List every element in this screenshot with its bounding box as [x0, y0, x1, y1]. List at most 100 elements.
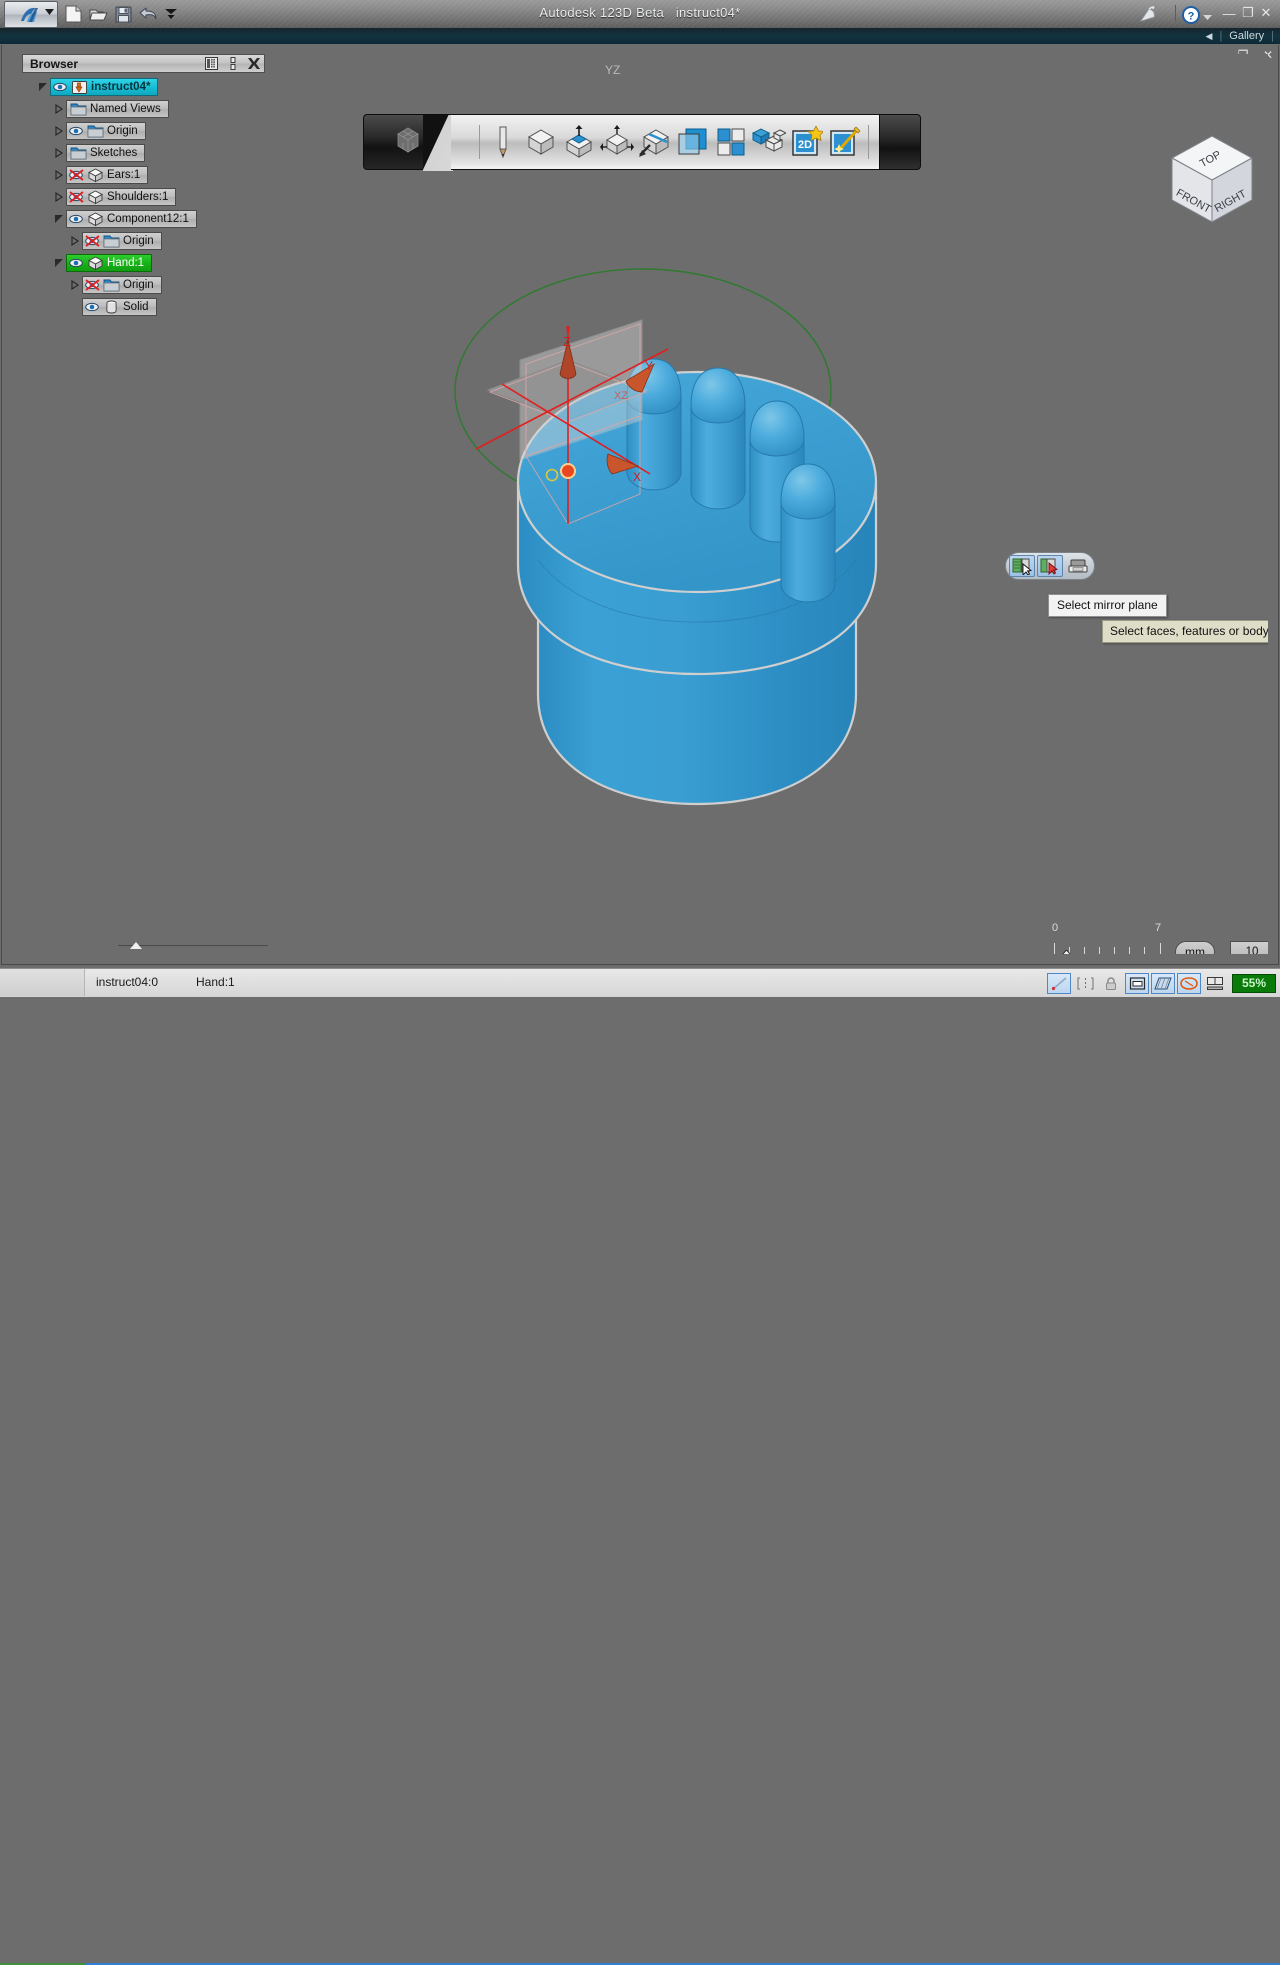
zoom-level-badge[interactable]: 55% [1232, 973, 1276, 993]
eye-visible-icon[interactable] [53, 79, 68, 95]
eye-hidden-icon[interactable] [85, 277, 100, 293]
tree-node-label-box[interactable]: Origin [82, 232, 162, 250]
tree-node-label-box[interactable]: instruct04* [50, 78, 159, 96]
svg-text:2D: 2D [798, 139, 812, 151]
gallery-collapse-arrow-icon[interactable]: ◀ [1206, 31, 1213, 42]
tree-node[interactable]: Shoulders:1 [22, 186, 265, 208]
twisty-expanded-icon[interactable] [52, 252, 66, 274]
tool-2d-drawing[interactable]: 2D [788, 120, 826, 164]
restore-window-button[interactable]: ❐ [1239, 4, 1257, 22]
smooth-shading-toggle[interactable] [1177, 972, 1201, 994]
twisty-collapsed-icon[interactable] [52, 186, 66, 208]
tree-node-label-box[interactable]: Hand:1 [66, 254, 153, 272]
tree-node[interactable]: Sketches [22, 142, 265, 164]
tree-node[interactable]: Ears:1 [22, 164, 265, 186]
svg-text:?: ? [1188, 11, 1195, 23]
tree-node[interactable]: Origin [22, 120, 265, 142]
dimension-toggle[interactable] [1073, 973, 1097, 994]
tree-node[interactable]: instruct04* [22, 76, 265, 98]
toolbar-mode-tab[interactable] [363, 114, 453, 171]
document-name: instruct04* [675, 5, 741, 20]
browser-horizontal-scrollbar[interactable] [118, 942, 268, 954]
scale-slider-handle[interactable] [1061, 950, 1072, 954]
tool-extrude[interactable] [560, 120, 598, 164]
sign-in-button[interactable] [1138, 4, 1160, 26]
tree-node[interactable]: Origin [22, 230, 265, 252]
grid-spacing-box[interactable]: 10 [1230, 941, 1268, 954]
browser-panel: Browser instruct04* Named Views Origin Sket… [22, 54, 268, 954]
twisty-collapsed-icon[interactable] [52, 164, 66, 186]
scale-unit-pill[interactable]: mm [1175, 941, 1215, 954]
twisty-collapsed-icon[interactable] [68, 230, 82, 252]
twisty-collapsed-icon[interactable] [52, 142, 66, 164]
status-toggle-group: 55% [1047, 972, 1276, 994]
tree-node-label-box[interactable]: Named Views [66, 100, 169, 118]
twisty-collapsed-icon[interactable] [52, 98, 66, 120]
tool-sketch[interactable] [484, 120, 522, 164]
tool-transform[interactable] [598, 120, 636, 164]
orange-loop-icon [1180, 976, 1198, 990]
browser-settings-icon[interactable] [222, 55, 243, 72]
twisty-expanded-icon[interactable] [36, 76, 50, 98]
gizmo-axis-y-label: Y [645, 359, 653, 373]
eye-visible-icon[interactable] [69, 123, 84, 139]
tree-node-label-box[interactable]: Solid [82, 298, 157, 316]
tool-grid-pattern[interactable] [712, 120, 750, 164]
help-dropdown-button[interactable] [1196, 6, 1218, 28]
eye-visible-icon[interactable] [85, 299, 100, 315]
window-layout-button[interactable] [1203, 973, 1227, 994]
browser-filter-icon[interactable] [201, 55, 222, 72]
eye-visible-icon[interactable] [69, 255, 84, 271]
eye-hidden-icon[interactable] [85, 233, 100, 249]
tree-node-label-box[interactable]: Ears:1 [66, 166, 149, 184]
scale-tick [1144, 947, 1145, 954]
tree-node-label-box[interactable]: Shoulders:1 [66, 188, 177, 206]
twisty-collapsed-icon[interactable] [52, 120, 66, 142]
tree-node-label-box[interactable]: Component12:1 [66, 210, 197, 228]
viewport-canvas[interactable]: Z Y X XZ YZ 2D TOP FRONT RIGHT Select mi… [280, 54, 1268, 954]
twisty-collapsed-icon[interactable] [68, 274, 82, 296]
assembly-pin-icon [70, 79, 88, 95]
tree-node-label-box[interactable]: Sketches [66, 144, 146, 162]
tree-node-label-box[interactable]: Origin [82, 276, 162, 294]
twisty-expanded-icon[interactable] [52, 208, 66, 230]
eye-hidden-icon[interactable] [69, 189, 84, 205]
snap-line-toggle[interactable] [1047, 972, 1071, 994]
tree-node[interactable]: Origin [22, 274, 265, 296]
tree-node-label-box[interactable]: Origin [66, 122, 146, 140]
slice-toggle[interactable] [1125, 972, 1149, 994]
gizmo-axis-x-label: X [633, 470, 641, 484]
gallery-tab-group: ◀ | Gallery | [1206, 28, 1280, 44]
browser-tree: instruct04* Named Views Origin Sketches Ears… [22, 76, 265, 928]
close-window-button[interactable]: ✕ [1257, 4, 1275, 22]
lock-toggle[interactable] [1099, 973, 1123, 994]
scale-tick [1160, 943, 1161, 954]
tree-node-label: Origin [107, 125, 138, 137]
tree-node-label: Solid [123, 301, 149, 313]
tool-modify[interactable] [636, 120, 674, 164]
select-mirror-plane-button[interactable] [1009, 555, 1035, 577]
tree-node[interactable]: Solid [22, 296, 265, 318]
tree-node[interactable]: Hand:1 [22, 252, 265, 274]
ground-plane-toggle[interactable] [1151, 972, 1175, 994]
mirror-confirm-button[interactable] [1065, 555, 1091, 577]
cylinder-body-icon [102, 299, 120, 315]
select-mirror-objects-button[interactable] [1037, 555, 1063, 577]
minimize-window-button[interactable]: — [1220, 4, 1238, 22]
tool-pattern-copy[interactable] [674, 120, 712, 164]
eye-hidden-icon[interactable] [69, 167, 84, 183]
view-cube[interactable]: TOP FRONT RIGHT [1166, 132, 1258, 228]
toolbar-right-tab[interactable] [879, 114, 921, 170]
tree-node-label: Shoulders:1 [107, 191, 169, 203]
application-body: — ❐ ✕ Browser instruct04*Named ViewsOrig… [0, 44, 1280, 968]
tool-combine[interactable] [750, 120, 788, 164]
view-cube-graphic: TOP FRONT RIGHT [1170, 135, 1254, 223]
tree-node[interactable]: Component12:1 [22, 208, 265, 230]
tool-smart-effects[interactable] [826, 120, 864, 164]
gizmo-axis-z-label: Z [563, 334, 571, 349]
tool-primitives[interactable] [522, 120, 560, 164]
gallery-tab[interactable]: Gallery [1229, 30, 1264, 42]
browser-close-icon[interactable] [243, 55, 264, 72]
eye-visible-icon[interactable] [69, 211, 84, 227]
tree-node[interactable]: Named Views [22, 98, 265, 120]
